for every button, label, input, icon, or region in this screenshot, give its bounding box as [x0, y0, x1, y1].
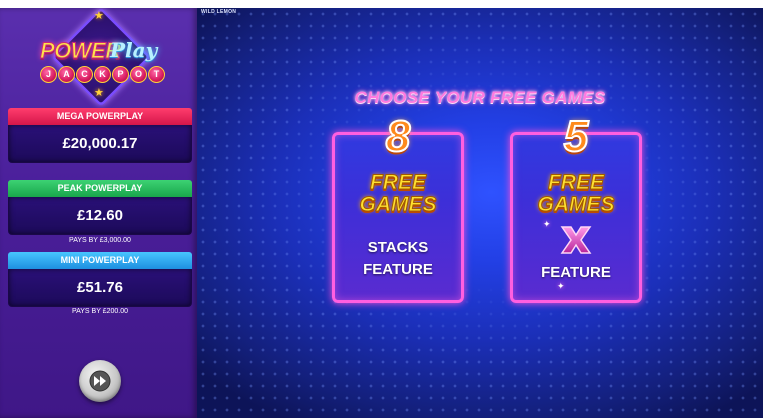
logo-letter: T	[148, 66, 165, 83]
x-multiplier-icon	[560, 226, 592, 254]
mini-jackpot-label: MINI POWERPLAY	[8, 252, 192, 269]
sparkle-icon: ✦	[557, 281, 565, 291]
star-icon: ★	[94, 87, 104, 99]
logo-jackpot-letters: J A C K P O T	[40, 66, 165, 83]
choose-free-games-title: CHOOSE YOUR FREE GAMES	[354, 88, 606, 107]
logo-letter: K	[94, 66, 111, 83]
powerplay-jackpot-logo: ★ ★ POWER Play J A C K P O T	[28, 8, 168, 107]
free-games-count: 8	[385, 112, 411, 162]
mega-jackpot-value: £20,000.17	[8, 125, 192, 163]
logo-letter: J	[40, 66, 57, 83]
games-label: GAMES	[537, 193, 615, 216]
free-games-selection-screen: WILD LEMON CHOOSE YOUR FREE GAMES 8 FREE…	[197, 8, 763, 418]
game-window: ★ ★ POWER Play J A C K P O T MEGA POWERP…	[0, 8, 763, 418]
free-label: FREE	[547, 171, 604, 194]
free-games-option-5[interactable]: 5 FREE GAMES ✦ FEATURE ✦	[510, 112, 642, 303]
fast-forward-icon	[89, 370, 111, 392]
logo-letter: A	[58, 66, 75, 83]
mini-jackpot-caption: PAYS BY £200.00	[71, 308, 129, 315]
free-games-count: 5	[563, 112, 589, 162]
mega-jackpot-label: MEGA POWERPLAY	[8, 108, 192, 125]
peak-jackpot-value: £12.60	[8, 197, 192, 235]
games-label: GAMES	[359, 193, 437, 216]
mini-jackpot: MINI POWERPLAY £51.76	[8, 252, 192, 307]
mega-jackpot: MEGA POWERPLAY £20,000.17	[8, 108, 192, 163]
jackpot-panel: ★ ★ POWER Play J A C K P O T MEGA POWERP…	[0, 8, 197, 418]
mini-jackpot-value: £51.76	[8, 269, 192, 307]
peak-jackpot-label: PEAK POWERPLAY	[8, 180, 192, 197]
background-dot-pattern	[197, 8, 763, 418]
sparkle-icon: ✦	[543, 219, 551, 229]
studio-logo: WILD LEMON	[201, 9, 237, 15]
spin-button[interactable]	[79, 360, 121, 402]
logo-letter: P	[112, 66, 129, 83]
free-label: FREE	[369, 171, 426, 194]
logo-power-text: POWER	[40, 38, 122, 64]
peak-jackpot: PEAK POWERPLAY £12.60	[8, 180, 192, 235]
star-icon: ★	[94, 10, 104, 22]
logo-letter: O	[130, 66, 147, 83]
logo-play-text: Play	[110, 38, 158, 62]
peak-jackpot-caption: PAYS BY £3,000.00	[69, 237, 131, 244]
stacks-label: STACKS	[367, 239, 429, 256]
logo-letter: C	[76, 66, 93, 83]
free-games-option-8[interactable]: 8 FREE GAMES STACKS FEATURE	[332, 112, 464, 303]
feature-label: FEATURE	[541, 264, 611, 281]
feature-label: FEATURE	[363, 261, 433, 278]
